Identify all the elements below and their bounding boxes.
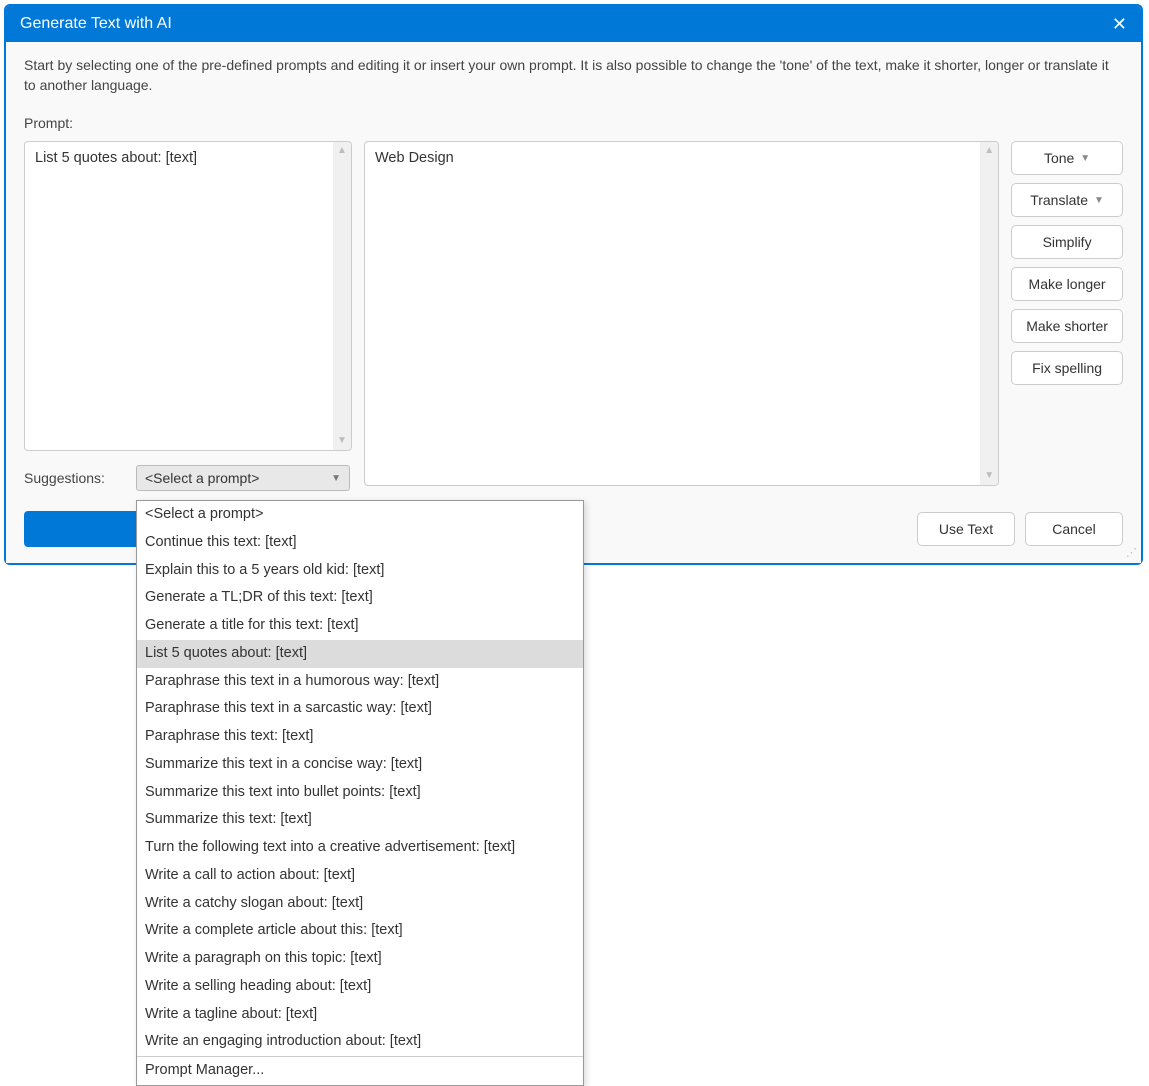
- side-buttons: Tone ▼ Translate ▼ Simplify Make longer …: [1011, 141, 1123, 491]
- dropdown-item[interactable]: Continue this text: [text]: [137, 529, 583, 557]
- fix-spelling-button[interactable]: Fix spelling: [1011, 351, 1123, 385]
- dropdown-item[interactable]: <Select a prompt>: [137, 501, 583, 529]
- simplify-button[interactable]: Simplify: [1011, 225, 1123, 259]
- dropdown-item[interactable]: Write a complete article about this: [te…: [137, 917, 583, 945]
- scroll-up-icon: ▲: [984, 146, 994, 156]
- make-shorter-button[interactable]: Make shorter: [1011, 309, 1123, 343]
- dropdown-item[interactable]: Write an engaging introduction about: [t…: [137, 1028, 583, 1056]
- close-icon[interactable]: ✕: [1112, 15, 1127, 33]
- make-longer-button[interactable]: Make longer: [1011, 267, 1123, 301]
- result-textarea-wrap: ▲ ▼: [364, 141, 999, 486]
- prompt-textarea-wrap: ▲ ▼: [24, 141, 352, 451]
- generate-text-dialog: Generate Text with AI ✕ Start by selecti…: [4, 4, 1143, 565]
- dropdown-item[interactable]: Paraphrase this text: [text]: [137, 723, 583, 751]
- chevron-down-icon: ▼: [1080, 153, 1090, 164]
- prompt-scrollbar[interactable]: ▲ ▼: [333, 142, 351, 450]
- dialog-body: Start by selecting one of the pre-define…: [6, 42, 1141, 563]
- suggestions-combo[interactable]: <Select a prompt> ▼: [136, 465, 350, 491]
- fix-spelling-button-label: Fix spelling: [1032, 360, 1102, 376]
- dropdown-item[interactable]: Explain this to a 5 years old kid: [text…: [137, 557, 583, 585]
- suggestions-combo-value: <Select a prompt>: [145, 470, 259, 486]
- chevron-down-icon: ▼: [331, 473, 341, 484]
- translate-button[interactable]: Translate ▼: [1011, 183, 1123, 217]
- scroll-down-icon: ▼: [337, 436, 347, 446]
- resize-grip-icon[interactable]: ⋰: [1126, 546, 1135, 559]
- tone-button[interactable]: Tone ▼: [1011, 141, 1123, 175]
- use-text-button-label: Use Text: [939, 521, 993, 537]
- dropdown-item-prompt-manager[interactable]: Prompt Manager...: [137, 1057, 583, 1085]
- suggestions-row: Suggestions: <Select a prompt> ▼: [24, 465, 352, 491]
- translate-button-label: Translate: [1030, 192, 1088, 208]
- scroll-up-icon: ▲: [337, 146, 347, 156]
- cancel-button[interactable]: Cancel: [1025, 512, 1123, 546]
- intro-text: Start by selecting one of the pre-define…: [24, 56, 1123, 95]
- use-text-button[interactable]: Use Text: [917, 512, 1015, 546]
- editor-row: ▲ ▼ Suggestions: <Select a prompt> ▼ ▲ ▼: [24, 141, 1123, 491]
- suggestions-label: Suggestions:: [24, 470, 124, 486]
- dropdown-item[interactable]: Generate a TL;DR of this text: [text]: [137, 584, 583, 612]
- prompt-textarea[interactable]: [25, 142, 333, 450]
- simplify-button-label: Simplify: [1043, 234, 1092, 250]
- dropdown-item[interactable]: Paraphrase this text in a humorous way: …: [137, 668, 583, 696]
- dropdown-item[interactable]: Write a tagline about: [text]: [137, 1001, 583, 1029]
- result-scrollbar[interactable]: ▲ ▼: [980, 142, 998, 485]
- dialog-title: Generate Text with AI: [20, 15, 172, 33]
- prompt-label: Prompt:: [24, 115, 1123, 131]
- dropdown-item[interactable]: List 5 quotes about: [text]: [137, 640, 583, 668]
- tone-button-label: Tone: [1044, 150, 1074, 166]
- make-shorter-button-label: Make shorter: [1026, 318, 1108, 334]
- dropdown-item[interactable]: Summarize this text into bullet points: …: [137, 779, 583, 807]
- dropdown-item[interactable]: Summarize this text in a concise way: [t…: [137, 751, 583, 779]
- titlebar: Generate Text with AI ✕: [6, 6, 1141, 42]
- suggestions-dropdown: <Select a prompt>Continue this text: [te…: [136, 500, 584, 1086]
- result-textarea[interactable]: [365, 142, 980, 485]
- dropdown-item[interactable]: Write a call to action about: [text]: [137, 862, 583, 890]
- make-longer-button-label: Make longer: [1029, 276, 1106, 292]
- dropdown-item[interactable]: Write a selling heading about: [text]: [137, 973, 583, 1001]
- dropdown-item[interactable]: Summarize this text: [text]: [137, 806, 583, 834]
- dropdown-item[interactable]: Generate a title for this text: [text]: [137, 612, 583, 640]
- cancel-button-label: Cancel: [1052, 521, 1096, 537]
- scroll-down-icon: ▼: [984, 471, 994, 481]
- chevron-down-icon: ▼: [1094, 195, 1104, 206]
- dropdown-item[interactable]: Paraphrase this text in a sarcastic way:…: [137, 695, 583, 723]
- dropdown-item[interactable]: Write a catchy slogan about: [text]: [137, 890, 583, 918]
- dropdown-item[interactable]: Turn the following text into a creative …: [137, 834, 583, 862]
- dropdown-item[interactable]: Write a paragraph on this topic: [text]: [137, 945, 583, 973]
